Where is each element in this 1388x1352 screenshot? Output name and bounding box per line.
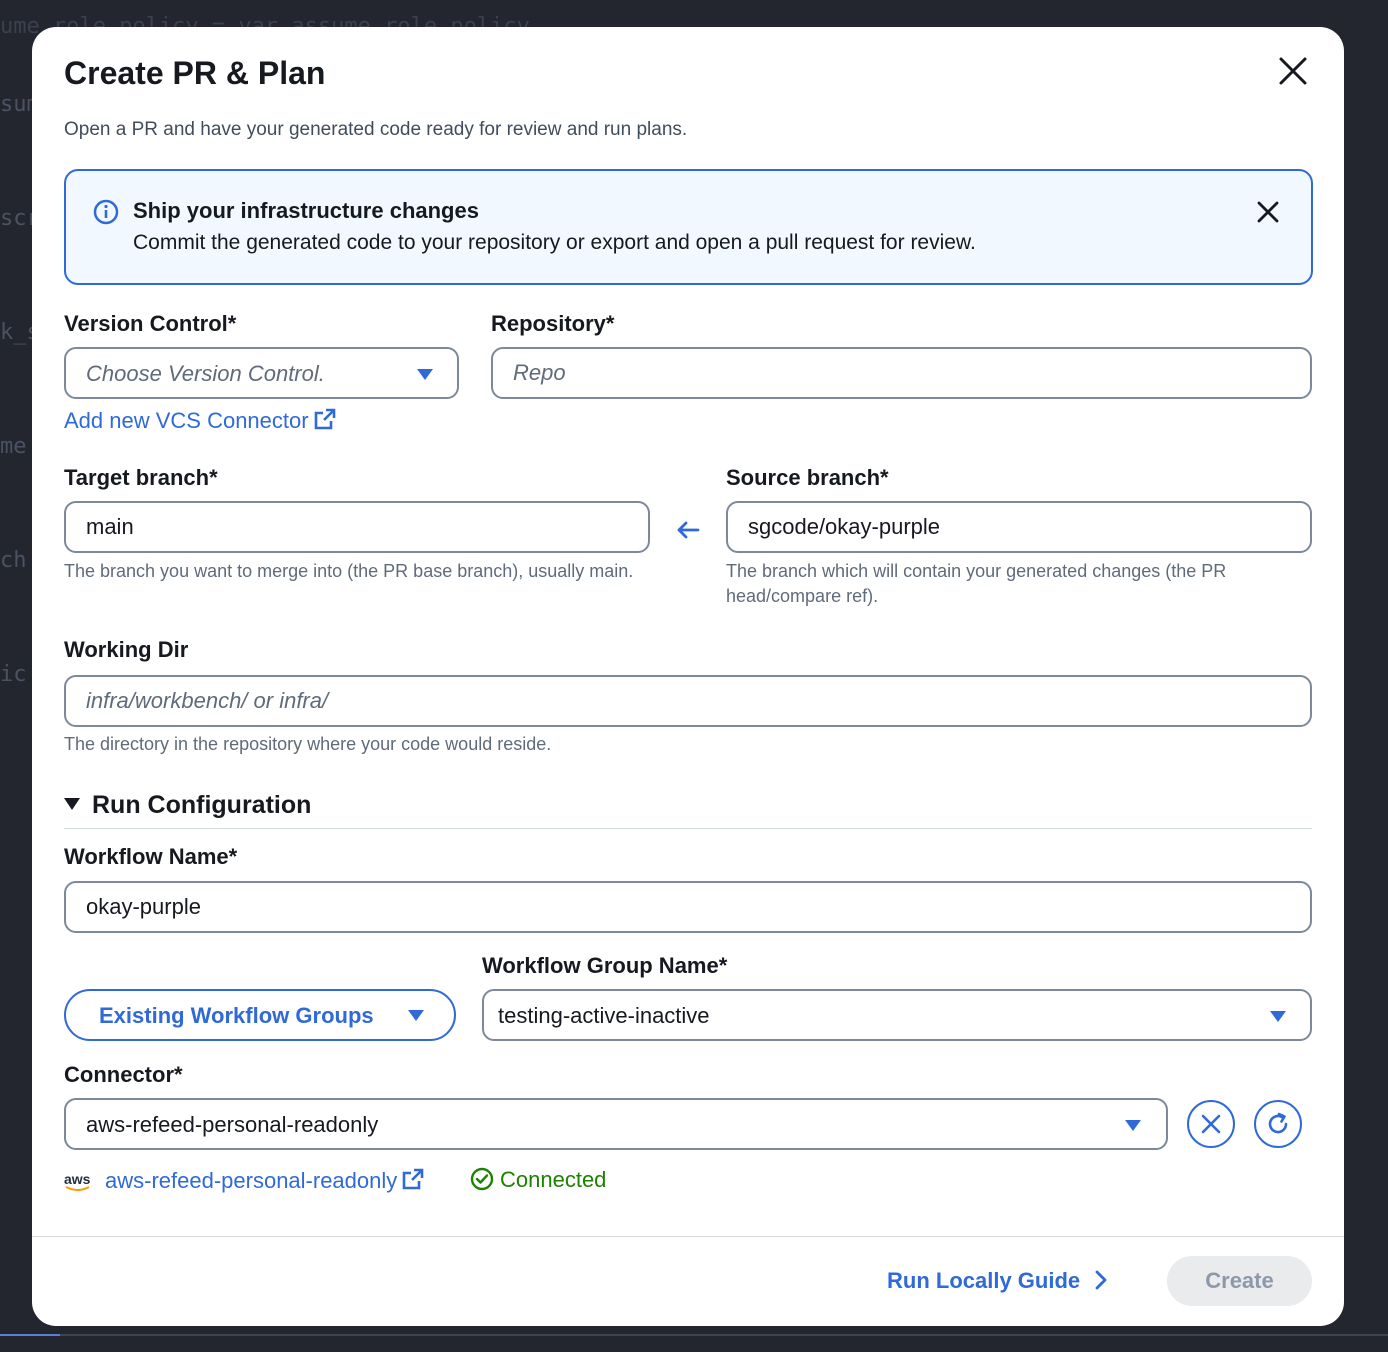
background-divider — [0, 1334, 1388, 1336]
info-alert-body: Commit the generated code to your reposi… — [133, 231, 976, 254]
run-configuration-toggle[interactable]: Run Configuration — [64, 791, 311, 820]
source-branch-label: Source branch* — [726, 465, 889, 490]
add-vcs-connector-link[interactable]: Add new VCS Connector — [64, 407, 337, 434]
arrow-left-icon — [677, 521, 700, 539]
repository-label: Repository* — [491, 311, 615, 336]
source-branch-field[interactable] — [726, 501, 1312, 553]
working-dir-field[interactable] — [64, 675, 1312, 727]
external-link-icon — [402, 1168, 424, 1190]
version-control-placeholder: Choose Version Control. — [86, 361, 325, 386]
version-control-select[interactable]: Choose Version Control. — [64, 347, 459, 399]
caret-down-icon — [1125, 1120, 1141, 1131]
dismiss-alert-button[interactable] — [1253, 197, 1283, 227]
target-branch-hint: The branch you want to merge into (the P… — [64, 561, 634, 581]
connection-status-label: Connected — [500, 1167, 607, 1192]
workflow-name-label: Workflow Name* — [64, 844, 238, 869]
connector-label: Connector* — [64, 1062, 183, 1087]
close-modal-button[interactable] — [1275, 53, 1311, 89]
target-branch-field[interactable] — [64, 501, 650, 553]
working-dir-hint: The directory in the repository where yo… — [64, 734, 552, 754]
clear-connector-button[interactable] — [1187, 1100, 1235, 1148]
caret-down-icon — [64, 798, 80, 810]
workflow-group-label: Workflow Group Name* — [482, 953, 728, 978]
caret-down-icon — [417, 369, 433, 380]
run-locally-guide-link[interactable]: Run Locally Guide — [887, 1268, 1108, 1294]
refresh-icon — [1268, 1112, 1288, 1134]
working-dir-label: Working Dir — [64, 637, 189, 662]
workflow-name-field[interactable] — [64, 881, 1312, 933]
aws-smile-icon — [65, 1186, 90, 1191]
caret-down-icon — [408, 1010, 424, 1021]
caret-down-icon — [1270, 1011, 1286, 1022]
workflow-name-input[interactable] — [66, 883, 1310, 931]
create-pr-modal: Create PR & Plan Open a PR and have your… — [32, 27, 1344, 1326]
target-branch-label: Target branch* — [64, 465, 218, 490]
refresh-connectors-button[interactable] — [1254, 1100, 1302, 1148]
info-icon — [93, 199, 119, 225]
info-alert-title: Ship your infrastructure changes — [133, 198, 479, 223]
section-divider — [64, 828, 1312, 829]
connector-select[interactable]: aws-refeed-personal-readonly — [64, 1098, 1168, 1150]
external-link-icon — [314, 408, 335, 430]
check-circle-icon — [470, 1167, 494, 1191]
modal-title: Create PR & Plan — [64, 55, 326, 91]
footer-divider — [32, 1236, 1344, 1237]
info-alert: Ship your infrastructure changes Commit … — [64, 169, 1313, 285]
source-branch-hint: The branch which will contain your gener… — [726, 561, 1227, 606]
chevron-right-icon — [1095, 1270, 1107, 1290]
add-vcs-connector-label: Add new VCS Connector — [64, 408, 309, 433]
connector-value: aws-refeed-personal-readonly — [86, 1112, 379, 1137]
close-icon — [1201, 1114, 1221, 1134]
create-button[interactable]: Create — [1167, 1256, 1312, 1306]
workflow-group-value: testing-active-inactive — [498, 1003, 710, 1028]
source-branch-input[interactable] — [728, 503, 1310, 551]
run-configuration-title: Run Configuration — [92, 791, 312, 819]
connector-link[interactable]: aws-refeed-personal-readonly — [105, 1167, 425, 1194]
run-locally-guide-label: Run Locally Guide — [887, 1268, 1081, 1293]
close-icon — [1279, 57, 1307, 85]
target-branch-input[interactable] — [66, 503, 648, 551]
background-accent — [0, 1334, 60, 1336]
existing-workflow-groups-button[interactable]: Existing Workflow Groups — [64, 989, 456, 1041]
connection-status: Connected — [470, 1167, 606, 1193]
close-icon — [1257, 201, 1279, 223]
working-dir-input[interactable] — [66, 677, 1310, 725]
repository-field[interactable] — [491, 347, 1312, 399]
existing-workflow-groups-label: Existing Workflow Groups — [99, 1003, 374, 1028]
connector-link-label: aws-refeed-personal-readonly — [105, 1168, 398, 1193]
workflow-group-select[interactable]: testing-active-inactive — [482, 989, 1312, 1041]
version-control-label: Version Control* — [64, 311, 237, 336]
modal-subtitle: Open a PR and have your generated code r… — [64, 119, 688, 140]
repository-input[interactable] — [493, 349, 1310, 397]
